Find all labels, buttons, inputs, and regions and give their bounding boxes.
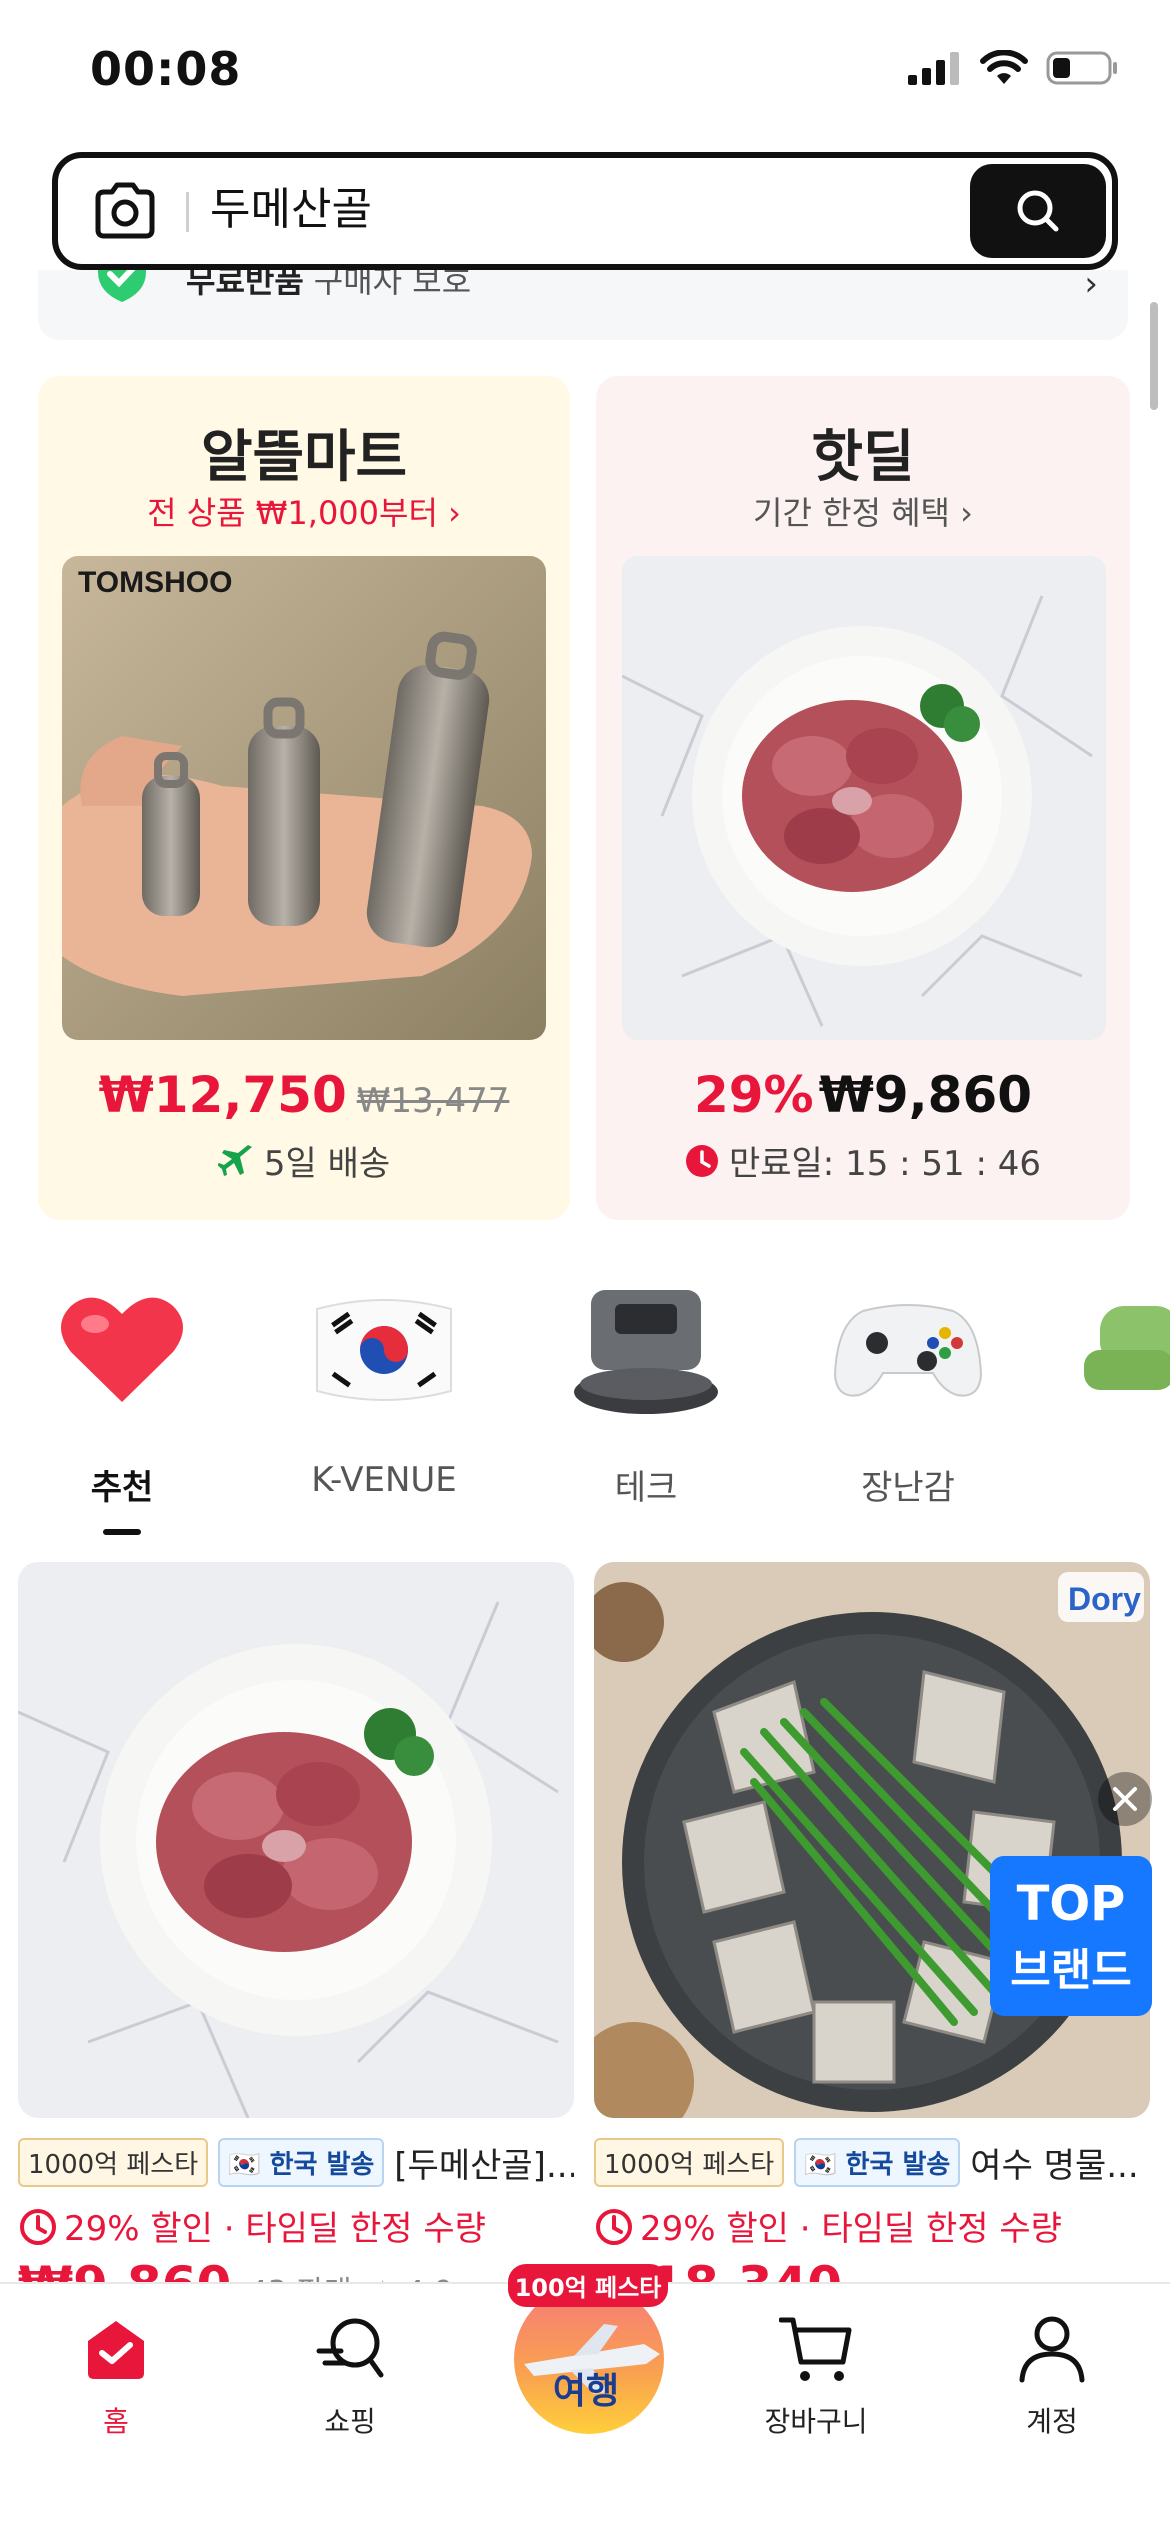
robot-vacuum-icon	[574, 1290, 718, 1414]
nav-account[interactable]: 계정	[962, 2304, 1142, 2440]
svg-text:Dory: Dory	[1068, 1581, 1141, 1617]
korea-flag-icon	[316, 1299, 452, 1401]
airplane-icon	[217, 1144, 252, 1176]
product-image[interactable]: TOMSHOO	[62, 556, 546, 1040]
svg-text:TOMSHOO: TOMSHOO	[78, 566, 232, 599]
promo-card-saving-mart[interactable]: 알뜰마트 전 상품 ₩1,000부터 › TOMSHOO ₩12,750 ₩13,…	[38, 376, 570, 1220]
fest-badge: 1000억 페스타	[594, 2138, 785, 2187]
promo-price-row: 29% ₩9,860	[596, 1066, 1130, 1124]
meat-dish-image	[18, 1562, 574, 2118]
original-price: ₩13,477	[356, 1081, 510, 1121]
camera-search-button[interactable]	[92, 180, 158, 242]
chevron-right-icon: ›	[1084, 270, 1098, 304]
nav-shopping[interactable]: 쇼핑	[260, 2304, 440, 2440]
promo-subtitle: 전 상품 ₩1,000부터 ›	[147, 494, 461, 532]
meat-dish-image	[622, 556, 1106, 1040]
status-icons	[908, 50, 1118, 86]
status-time: 00:08	[90, 42, 242, 96]
promo-subtitle: 기간 한정 혜택 ›	[753, 494, 973, 532]
promo-price-row: ₩12,750 ₩13,477	[38, 1066, 570, 1124]
game-controller-icon	[833, 1304, 983, 1397]
fish-dish-image: Dory	[594, 1562, 1150, 2118]
promo-card-hot-deal[interactable]: 핫딜 기간 한정 혜택 › 29% ₩9,860 만료일: 15 : 51 : …	[596, 376, 1130, 1220]
festa-label: 여행	[552, 2371, 620, 2412]
category-recommended[interactable]: 추천	[22, 1270, 222, 1535]
category-strip: 추천 K-VENUE 테크 장난감	[0, 1270, 1170, 1540]
scrollbar[interactable]	[1150, 302, 1158, 410]
product-tags: 1000억 페스타 🇰🇷 한국 발송 여수 명물...	[594, 2138, 1150, 2187]
search-bar[interactable]: 두메산골	[52, 152, 1118, 270]
shield-check-icon	[98, 270, 146, 302]
category-next-partial[interactable]	[1070, 1270, 1170, 1430]
timer-icon	[20, 2208, 56, 2245]
camera-icon	[95, 182, 155, 239]
promo-price: ₩12,750	[98, 1066, 347, 1124]
deal-info: 29% 할인 · 타임딜 한정 수량	[18, 2201, 574, 2250]
search-divider	[186, 192, 189, 232]
promo-title: 핫딜	[811, 425, 915, 490]
battery-icon	[1046, 51, 1117, 85]
search-input[interactable]: 두메산골	[210, 180, 372, 240]
search-icon	[1017, 190, 1059, 232]
delivery-info: 5일 배송	[38, 1136, 570, 1185]
product-image[interactable]	[622, 556, 1106, 1040]
clock-icon	[685, 1144, 718, 1177]
product-image[interactable]	[18, 1562, 574, 2118]
shopping-search-icon	[316, 2318, 384, 2378]
promo-title: 알뜰마트	[200, 425, 408, 490]
titanium-capsule-image: TOMSHOO	[62, 556, 546, 1040]
product-tags: 1000억 페스타 🇰🇷 한국 발송 [두메산골]...	[18, 2138, 574, 2187]
protection-text: 무료반품 구매자 보호	[186, 270, 472, 300]
deal-info: 29% 할인 · 타임딜 한정 수량	[594, 2201, 1150, 2250]
korea-shipping-badge: 🇰🇷 한국 발송	[218, 2138, 385, 2187]
wifi-icon	[980, 50, 1028, 84]
nav-cart[interactable]: 장바구니	[726, 2304, 906, 2440]
timer-icon	[596, 2208, 632, 2245]
buyer-protection-banner[interactable]: 무료반품 구매자 보호 ›	[38, 270, 1128, 340]
top-brand-banner[interactable]: TOP 브랜드	[990, 1856, 1152, 2016]
product-title: 여수 명물...	[970, 2146, 1139, 2186]
deal-countdown: 만료일: 15 : 51 : 46	[596, 1136, 1130, 1185]
product-image[interactable]: Dory	[594, 1562, 1150, 2118]
nav-festa-travel[interactable]: 100억 페스타 여행	[508, 2264, 668, 2434]
fest-badge: 1000억 페스타	[18, 2138, 209, 2187]
festa-badge: 100억 페스타	[508, 2264, 668, 2307]
sofa-icon	[1084, 1306, 1170, 1390]
close-ad-button[interactable]	[1098, 1772, 1152, 1826]
heart-icon	[61, 1297, 183, 1402]
nav-home[interactable]: 홈	[26, 2304, 206, 2440]
close-icon	[1113, 1787, 1137, 1811]
product-card[interactable]: 1000억 페스타 🇰🇷 한국 발송 [두메산골]... 29% 할인 · 타임…	[18, 1562, 574, 2296]
signal-icon	[908, 52, 959, 85]
product-title: [두메산골]...	[394, 2146, 574, 2186]
active-tab-indicator	[103, 1529, 141, 1535]
korea-shipping-badge: 🇰🇷 한국 발송	[794, 2138, 961, 2187]
cart-icon	[779, 2317, 852, 2381]
promo-price: ₩9,860	[818, 1066, 1033, 1124]
category-toys[interactable]: 장난감	[808, 1270, 1008, 1509]
discount-rate: 29%	[693, 1066, 814, 1124]
category-tech[interactable]: 테크	[546, 1270, 746, 1509]
category-k-venue[interactable]: K-VENUE	[284, 1270, 484, 1500]
home-icon	[88, 2321, 144, 2379]
search-button[interactable]	[970, 164, 1106, 258]
status-bar: 00:08	[0, 0, 1170, 150]
account-icon	[1019, 2316, 1085, 2383]
